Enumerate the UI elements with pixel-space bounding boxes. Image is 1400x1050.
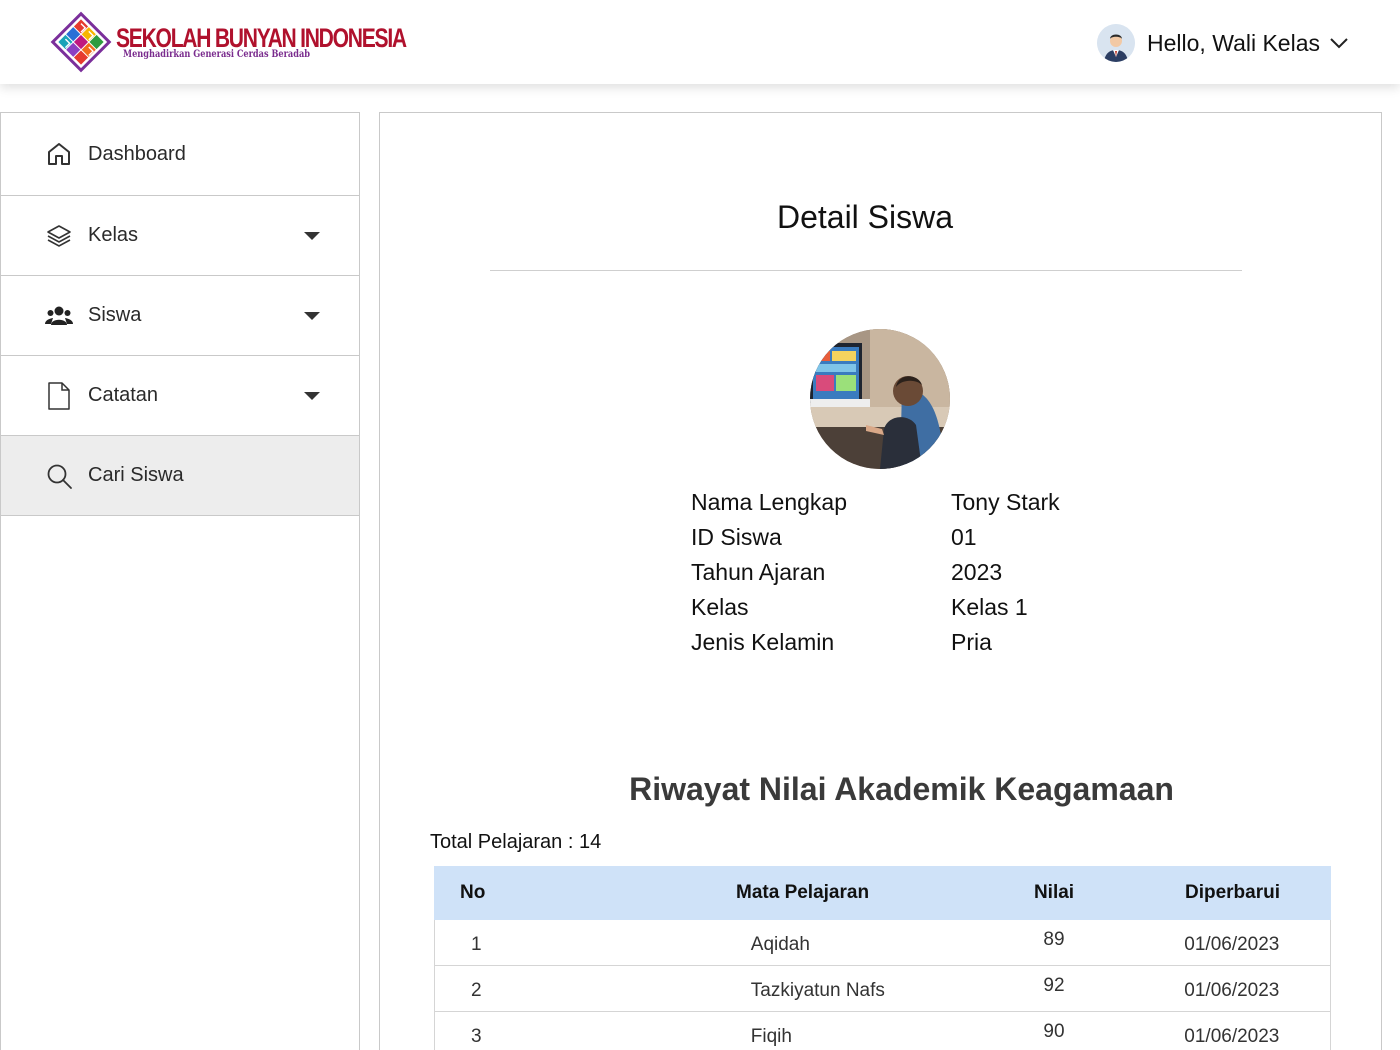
cell-no: 3	[471, 1026, 482, 1047]
column-header-subject[interactable]: Mata Pelajaran	[534, 882, 914, 904]
home-icon	[45, 140, 73, 168]
student-info: Nama Lengkap Tony Stark ID Siswa 01 Tahu…	[691, 485, 1060, 660]
cell-subject: Fiqih	[750, 1026, 792, 1047]
chevron-down-icon	[1330, 38, 1348, 49]
caret-down-icon	[304, 391, 320, 400]
info-label-kelas: Kelas	[691, 594, 749, 620]
info-row: Jenis Kelamin Pria	[691, 625, 1060, 660]
info-value-id: 01	[951, 524, 977, 550]
sidebar-item-cari-siswa[interactable]: Cari Siswa	[1, 436, 359, 516]
user-avatar-icon	[1097, 24, 1136, 62]
main-panel: Detail Siswa Nama Lengkap Tony Stark ID …	[379, 112, 1382, 1050]
caret-down-icon	[304, 231, 320, 240]
cell-score: 92	[1043, 975, 1065, 996]
sidebar-item-catatan[interactable]: Catatan	[1, 356, 359, 436]
title-divider	[490, 270, 1242, 271]
table-row[interactable]: 2 Tazkiyatun Nafs 92 01/06/2023	[434, 966, 1331, 1012]
table-header: No Mata Pelajaran Nilai Diperbarui	[434, 866, 1331, 920]
column-header-updated[interactable]: Diperbarui	[1134, 882, 1331, 904]
user-menu[interactable]: Hello, Wali Kelas	[1097, 22, 1350, 64]
cell-score: 89	[1043, 929, 1065, 950]
grades-table: No Mata Pelajaran Nilai Diperbarui 1 Aqi…	[434, 866, 1331, 1050]
info-label-tahun: Tahun Ajaran	[691, 559, 826, 585]
cell-updated: 01/06/2023	[1184, 934, 1280, 955]
sidebar-item-kelas[interactable]: Kelas	[1, 196, 359, 276]
cell-subject: Tazkiyatun Nafs	[750, 980, 885, 1001]
sidebar-item-label: Cari Siswa	[88, 464, 184, 486]
sidebar-item-label: Siswa	[88, 304, 142, 326]
sidebar-item-siswa[interactable]: Siswa	[1, 276, 359, 356]
info-row: Nama Lengkap Tony Stark	[691, 485, 1060, 520]
info-value-tahun: 2023	[951, 559, 1003, 585]
table-row[interactable]: 1 Aqidah 89 01/06/2023	[434, 920, 1331, 966]
info-label-nama: Nama Lengkap	[691, 489, 847, 515]
page-title: Detail Siswa	[776, 199, 954, 235]
sidebar: Dashboard Kelas Siswa Catatan Cari Siswa	[0, 112, 360, 1050]
sidebar-item-dashboard[interactable]: Dashboard	[1, 113, 359, 196]
cell-score: 90	[1043, 1021, 1065, 1042]
cell-no: 1	[471, 934, 482, 955]
sidebar-item-label: Dashboard	[88, 142, 186, 165]
info-label-id: ID Siswa	[691, 524, 782, 550]
info-value-nama: Tony Stark	[951, 489, 1060, 515]
column-header-no[interactable]: No	[434, 882, 534, 904]
cell-updated: 01/06/2023	[1184, 1026, 1280, 1047]
info-row: Kelas Kelas 1	[691, 590, 1060, 625]
column-header-score[interactable]: Nilai	[914, 882, 1134, 904]
greeting-text: Hello, Wali Kelas	[1147, 29, 1320, 56]
student-photo	[810, 329, 950, 469]
top-bar: SEKOLAH BUNYAN INDONESIA Menghadirkan Ge…	[0, 0, 1400, 84]
info-value-kelas: Kelas 1	[951, 594, 1028, 620]
cell-updated: 01/06/2023	[1184, 980, 1280, 1001]
info-row: Tahun Ajaran 2023	[691, 555, 1060, 590]
cell-subject: Aqidah	[750, 934, 810, 955]
sidebar-item-label: Kelas	[88, 224, 139, 246]
table-row[interactable]: 3 Fiqih 90 01/06/2023	[434, 1012, 1331, 1050]
user-avatar	[1097, 24, 1136, 62]
info-row: ID Siswa 01	[691, 520, 1060, 555]
student-photo-image	[810, 329, 950, 469]
total-subjects: Total Pelajaran : 14	[430, 831, 602, 853]
sidebar-item-label: Catatan	[88, 384, 159, 406]
cell-no: 2	[471, 980, 482, 1001]
info-label-gender: Jenis Kelamin	[691, 629, 835, 655]
file-icon	[45, 381, 73, 410]
school-logo[interactable]: SEKOLAH BUNYAN INDONESIA Menghadirkan Ge…	[48, 9, 407, 75]
logo-mark-icon	[50, 11, 112, 73]
logo-subtitle: Menghadirkan Generasi Cerdas Beradab	[123, 49, 311, 60]
info-value-gender: Pria	[951, 629, 992, 655]
section-title: Riwayat Nilai Akademik Keagamaan	[629, 771, 1174, 807]
caret-down-icon	[304, 311, 320, 320]
users-icon	[45, 302, 73, 330]
search-icon	[45, 462, 73, 490]
layers-icon	[45, 222, 73, 250]
